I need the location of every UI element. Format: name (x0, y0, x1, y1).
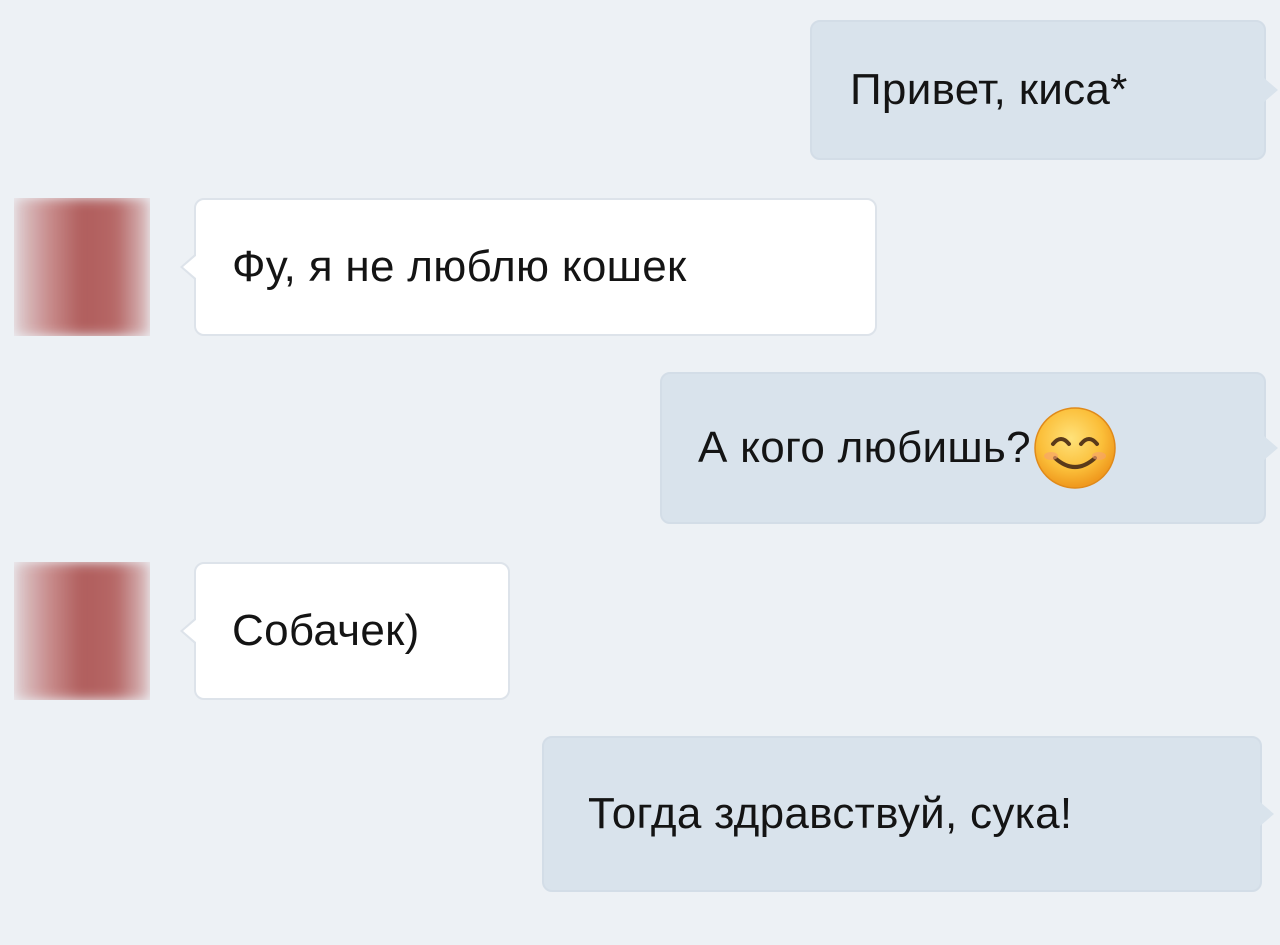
message-bubble-outgoing[interactable]: Привет, киса* (810, 20, 1278, 160)
message-bubble-outgoing[interactable]: А кого любишь? (660, 372, 1278, 524)
chat-history: Привет, киса* Фу, я не люблю кошек А ког… (0, 0, 1280, 945)
bubble-tail (1264, 436, 1278, 460)
message-text: А кого любишь? (698, 423, 1031, 472)
message-bubble-incoming[interactable]: Фу, я не люблю кошек (180, 198, 877, 336)
message-text: Тогда здравствуй, сука! (588, 789, 1073, 838)
message-text: Фу, я не люблю кошек (232, 242, 687, 291)
bubble-tail (1264, 78, 1278, 102)
smiling-face-icon (1034, 407, 1116, 489)
bubble-tail (1260, 802, 1274, 826)
message-text: Собачек) (232, 606, 420, 655)
message-text: Привет, киса* (850, 65, 1128, 114)
message-bubble-incoming[interactable]: Собачек) (180, 562, 510, 700)
message-bubble-outgoing[interactable]: Тогда здравствуй, сука! (542, 736, 1274, 892)
avatar[interactable] (14, 562, 150, 700)
avatar[interactable] (14, 198, 150, 336)
